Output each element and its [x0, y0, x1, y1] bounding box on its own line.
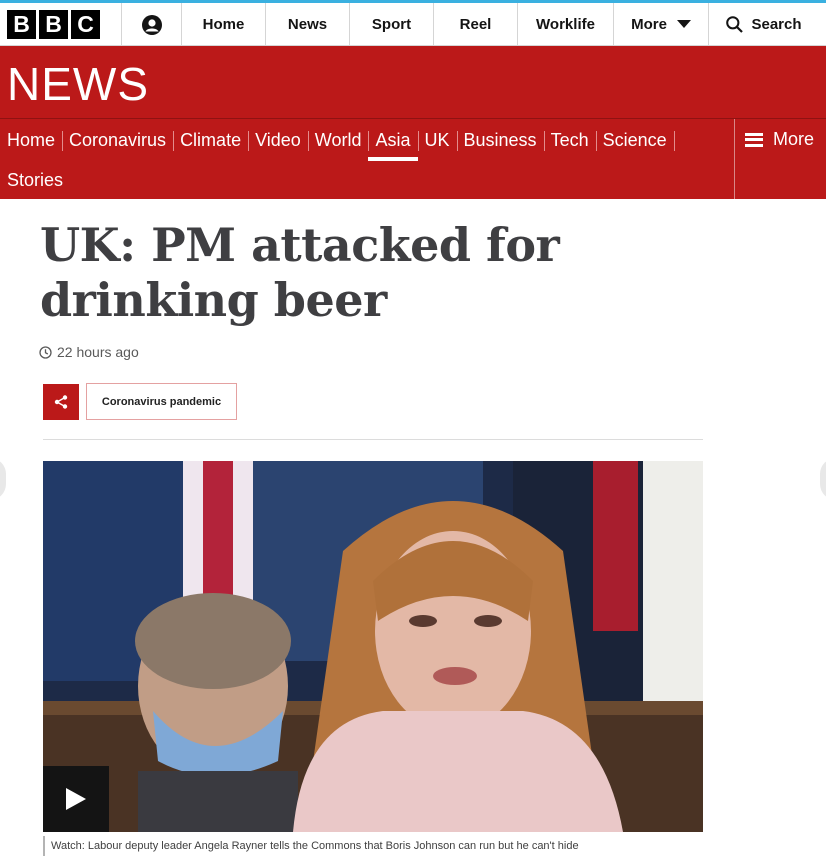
section-nav-coronavirus[interactable]: Coronavirus: [62, 119, 173, 161]
caret-down-icon: [676, 20, 691, 28]
global-nav-reel[interactable]: Reel: [434, 3, 518, 46]
section-nav-stories[interactable]: Stories: [0, 159, 70, 201]
hamburger-icon: [745, 132, 763, 147]
video-player[interactable]: [43, 461, 703, 832]
global-nav-worklife[interactable]: Worklife: [518, 3, 614, 46]
section-nav-world[interactable]: World: [307, 119, 369, 161]
video-caption: Watch: Labour deputy leader Angela Rayne…: [43, 836, 579, 856]
global-nav-more-label: More: [631, 16, 667, 33]
play-icon: [66, 788, 86, 810]
section-nav-separator: [673, 119, 688, 161]
clock-icon: [39, 345, 52, 359]
global-nav: B B C Home News Sport Reel Worklife More…: [0, 3, 826, 46]
global-search-button[interactable]: Search: [709, 3, 819, 46]
bbc-logo-letter: B: [7, 10, 36, 39]
section-nav: Home Coronavirus Climate Video World Asi…: [0, 119, 826, 199]
section-nav-row-2: Stories: [0, 161, 70, 199]
topic-tag[interactable]: Coronavirus pandemic: [86, 383, 237, 420]
share-icon: [54, 395, 68, 409]
global-nav-news[interactable]: News: [266, 3, 350, 46]
section-nav-more-button[interactable]: More: [734, 119, 826, 199]
video-thumbnail: [43, 461, 703, 832]
global-nav-more-button[interactable]: More: [614, 3, 709, 46]
section-nav-business[interactable]: Business: [456, 119, 544, 161]
bbc-logo-letter: B: [39, 10, 68, 39]
carousel-next-edge[interactable]: [820, 458, 826, 500]
news-logo[interactable]: NEWS: [7, 61, 149, 107]
section-nav-climate[interactable]: Climate: [173, 119, 248, 161]
global-nav-home[interactable]: Home: [182, 3, 266, 46]
article-timestamp: 22 hours ago: [39, 344, 139, 360]
section-nav-uk[interactable]: UK: [417, 119, 457, 161]
account-icon: [141, 14, 162, 35]
divider: [43, 439, 703, 440]
timestamp-text: 22 hours ago: [57, 344, 139, 360]
search-icon: [726, 16, 744, 33]
news-banner: NEWS: [0, 46, 826, 118]
section-nav-tech[interactable]: Tech: [543, 119, 596, 161]
section-nav-home[interactable]: Home: [0, 119, 62, 161]
section-nav-more-label: More: [773, 129, 815, 149]
section-nav-video[interactable]: Video: [248, 119, 308, 161]
share-button[interactable]: [43, 384, 79, 420]
global-nav-sport[interactable]: Sport: [350, 3, 434, 46]
search-label: Search: [751, 16, 802, 33]
article-headline: UK: PM attacked for drinking beer: [40, 218, 560, 327]
section-nav-science[interactable]: Science: [595, 119, 674, 161]
carousel-prev-edge[interactable]: [0, 458, 6, 500]
account-button[interactable]: [122, 3, 182, 46]
section-nav-row: Home Coronavirus Climate Video World Asi…: [0, 119, 688, 161]
play-button[interactable]: [43, 766, 109, 832]
section-nav-asia[interactable]: Asia: [368, 119, 418, 161]
bbc-logo[interactable]: B B C: [0, 3, 122, 46]
bbc-logo-letter: C: [71, 10, 100, 39]
